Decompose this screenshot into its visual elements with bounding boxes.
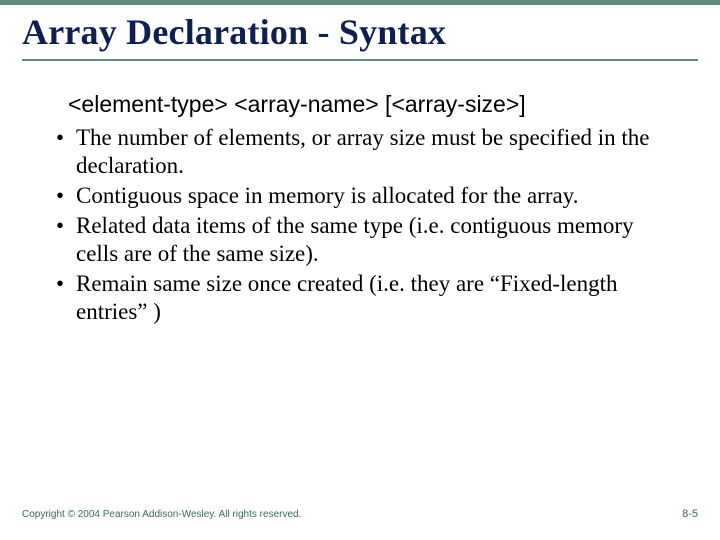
list-item: Related data items of the same type (i.e… — [56, 212, 680, 268]
list-item: The number of elements, or array size mu… — [56, 124, 680, 180]
copyright-text: Copyright © 2004 Pearson Addison-Wesley.… — [22, 509, 301, 520]
title-region: Array Declaration - Syntax — [0, 5, 720, 63]
list-item: Remain same size once created (i.e. they… — [56, 270, 680, 326]
slide-title: Array Declaration - Syntax — [22, 11, 698, 53]
page-number: 8-5 — [682, 508, 698, 520]
bullet-list: The number of elements, or array size mu… — [40, 124, 680, 326]
footer: Copyright © 2004 Pearson Addison-Wesley.… — [0, 508, 720, 520]
content-region: <element-type> <array-name> [<array-size… — [0, 63, 720, 326]
title-underline — [22, 59, 698, 61]
list-item: Contiguous space in memory is allocated … — [56, 182, 680, 210]
syntax-line: <element-type> <array-name> [<array-size… — [68, 91, 680, 118]
